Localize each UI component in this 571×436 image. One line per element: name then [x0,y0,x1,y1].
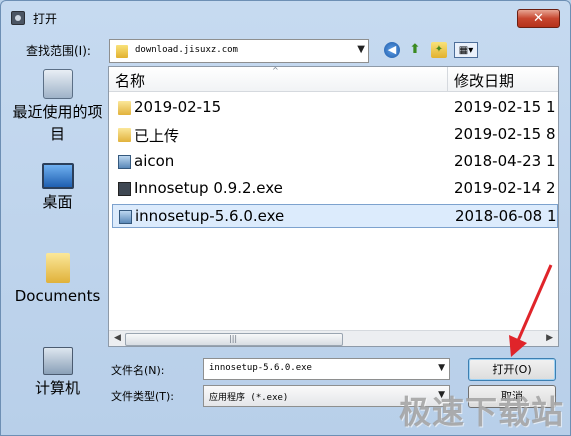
executable-icon [118,182,131,196]
filetype-label: 文件类型(T): [111,390,175,403]
filetype-value: 应用程序 (*.exe) [209,393,289,403]
column-divider[interactable] [447,67,448,92]
file-date: 2018-04-23 1 [454,152,556,170]
annotation-arrow-icon [509,264,553,357]
list-item[interactable]: aicon 2018-04-23 1 [112,150,558,174]
up-folder-icon[interactable]: ⬆ [407,42,423,58]
folder-icon [118,128,131,142]
window-title: 打开 [33,12,58,26]
file-date: 2019-02-15 8 [454,125,556,143]
column-header-name[interactable]: 名称 [115,70,145,91]
installer-icon [118,155,131,169]
app-icon [11,11,25,25]
watermark-text: 极速下载站 [399,393,565,431]
file-name: 已上传 [134,127,180,145]
look-in-value: download.jisuxz.com [135,45,238,55]
column-header-date[interactable]: 修改日期 [454,70,514,91]
recent-places-icon [42,69,73,99]
folder-icon [118,101,131,115]
place-label: 桌面 [42,193,73,211]
chevron-down-icon[interactable]: ▼ [438,363,445,373]
list-item-selected[interactable]: innosetup-5.6.0.exe 2018-06-08 1 [112,204,558,228]
open-button[interactable]: 打开(O) [468,358,556,381]
horizontal-scrollbar[interactable]: ◀ ||| ▶ [109,330,558,346]
new-folder-icon[interactable]: ✦ [431,42,447,58]
place-desktop[interactable]: 桌面 [9,163,106,213]
open-file-dialog: 打开 ✕ 查找范围(I): download.jisuxz.com ▼ ◀ ⬆ … [0,0,571,436]
place-label: 最近使用的项目 [12,103,103,143]
file-date: 2019-02-15 1 [454,98,556,116]
look-in-label: 查找范围(I): [26,44,91,58]
file-date: 2019-02-14 2 [454,179,556,197]
file-name: aicon [134,152,175,170]
filename-label: 文件名(N): [111,364,165,377]
file-name: innosetup-5.6.0.exe [135,207,285,225]
list-header: ^ 名称 修改日期 [109,66,558,92]
filename-value: innosetup-5.6.0.exe [209,363,312,373]
file-date: 2018-06-08 1 [455,207,557,225]
installer-icon [119,210,132,224]
place-computer[interactable]: 计算机 [9,347,106,399]
place-documents[interactable]: Documents [9,253,106,307]
file-name: 2019-02-15 [134,98,222,116]
chevron-down-icon[interactable]: ▼ [357,44,365,55]
place-label: Documents [14,287,101,305]
back-icon[interactable]: ◀ [384,42,400,58]
scroll-left-icon[interactable]: ◀ [114,333,121,343]
sort-caret-icon: ^ [272,66,279,75]
documents-folder-icon [45,253,70,283]
file-name: Innosetup 0.9.2.exe [134,179,283,197]
list-item[interactable]: 2019-02-15 2019-02-15 1 [112,96,558,120]
grip-icon: ||| [229,334,238,343]
places-bar: 最近使用的项目 桌面 Documents 计算机 [9,67,106,413]
title-bar[interactable]: 打开 ✕ [1,1,570,35]
computer-icon [42,347,73,375]
place-label: 计算机 [34,379,80,397]
close-button[interactable]: ✕ [517,9,560,28]
filename-input[interactable]: innosetup-5.6.0.exe ▼ [203,358,450,380]
place-recent[interactable]: 最近使用的项目 [9,69,106,145]
list-item[interactable]: Innosetup 0.9.2.exe 2019-02-14 2 [112,177,558,201]
scrollbar-thumb[interactable]: ||| [125,333,343,346]
look-in-combobox[interactable]: download.jisuxz.com ▼ [109,39,369,63]
view-menu-icon[interactable]: ▦▾ [454,42,478,58]
folder-icon [116,45,128,58]
desktop-icon [41,163,74,189]
file-list[interactable]: ^ 名称 修改日期 2019-02-15 2019-02-15 1 已上传 20… [108,66,559,347]
list-item[interactable]: 已上传 2019-02-15 8 [112,123,558,147]
